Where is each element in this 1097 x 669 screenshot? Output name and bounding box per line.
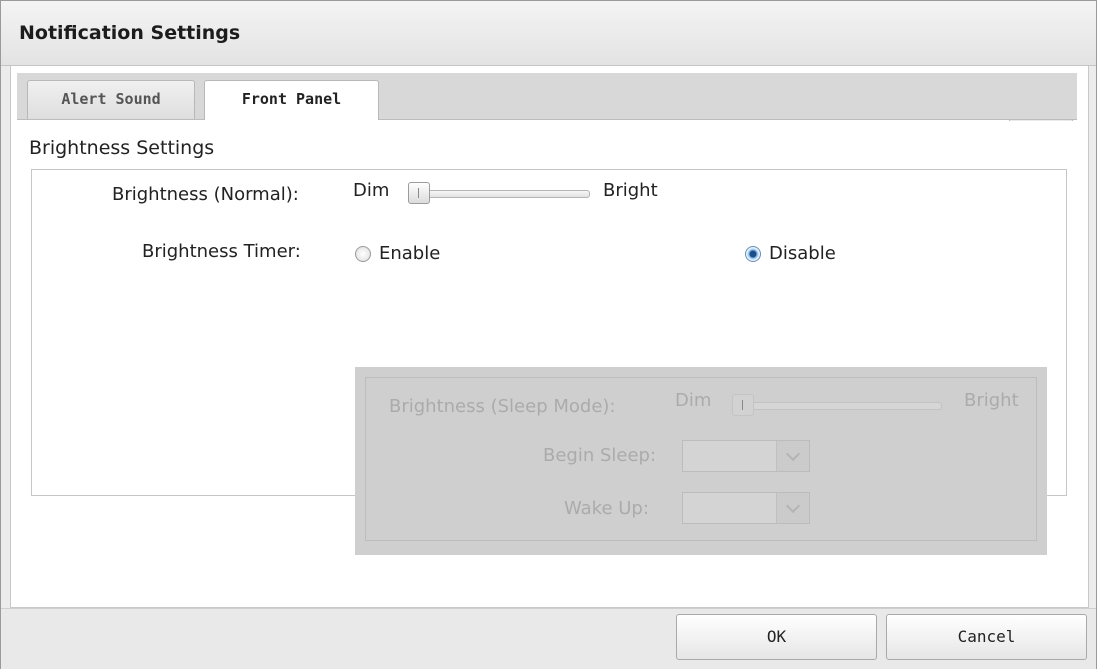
chevron-down-icon xyxy=(785,446,801,462)
wake-up-label: Wake Up: xyxy=(564,498,649,519)
wake-up-select[interactable] xyxy=(682,492,810,524)
dialog-titlebar: Notification Settings xyxy=(1,1,1096,66)
brightness-normal-slider[interactable] xyxy=(412,190,590,198)
tab-front-panel[interactable]: Front Panel xyxy=(204,80,379,120)
sleep-mode-settings-group: Brightness (Sleep Mode): Dim Bright Begi… xyxy=(365,377,1037,541)
tab-alert-sound[interactable]: Alert Sound xyxy=(27,80,195,119)
brightness-normal-slider-handle[interactable] xyxy=(408,182,430,204)
dialog-footer: OK Cancel xyxy=(1,608,1096,669)
brightness-sleep-label: Brightness (Sleep Mode): xyxy=(389,396,616,417)
begin-sleep-dropdown-button[interactable] xyxy=(776,441,809,471)
wake-up-dropdown-button[interactable] xyxy=(776,493,809,523)
brightness-normal-max-label: Bright xyxy=(603,180,658,201)
brightness-timer-enable-radio[interactable] xyxy=(355,246,371,262)
brightness-timer-enable-label[interactable]: Enable xyxy=(379,243,440,264)
brightness-sleep-max-label: Bright xyxy=(964,390,1019,411)
sleep-mode-settings-disabled: Brightness (Sleep Mode): Dim Bright Begi… xyxy=(355,367,1047,555)
brightness-timer-disable-radio[interactable] xyxy=(745,246,761,262)
brightness-normal-label: Brightness (Normal): xyxy=(112,184,299,205)
front-panel-tab-content: Brightness Settings Brightness (Normal):… xyxy=(17,121,1077,555)
brightness-sleep-slider[interactable] xyxy=(734,402,942,410)
cancel-button[interactable]: Cancel xyxy=(886,614,1087,660)
begin-sleep-select[interactable] xyxy=(682,440,810,472)
brightness-timer-label: Brightness Timer: xyxy=(142,241,301,262)
section-title: Brightness Settings xyxy=(29,137,215,159)
brightness-sleep-min-label: Dim xyxy=(675,390,712,411)
chevron-down-icon xyxy=(785,498,801,514)
ok-button[interactable]: OK xyxy=(676,614,877,660)
dialog-title: Notification Settings xyxy=(19,22,241,44)
begin-sleep-label: Begin Sleep: xyxy=(543,445,657,466)
brightness-sleep-slider-handle[interactable] xyxy=(732,394,754,416)
notification-settings-dialog: Notification Settings ? Alert Sound Fron… xyxy=(0,0,1097,669)
brightness-normal-min-label: Dim xyxy=(353,180,390,201)
brightness-timer-disable-label[interactable]: Disable xyxy=(769,243,836,264)
tab-bar: Alert Sound Front Panel xyxy=(17,73,1077,120)
